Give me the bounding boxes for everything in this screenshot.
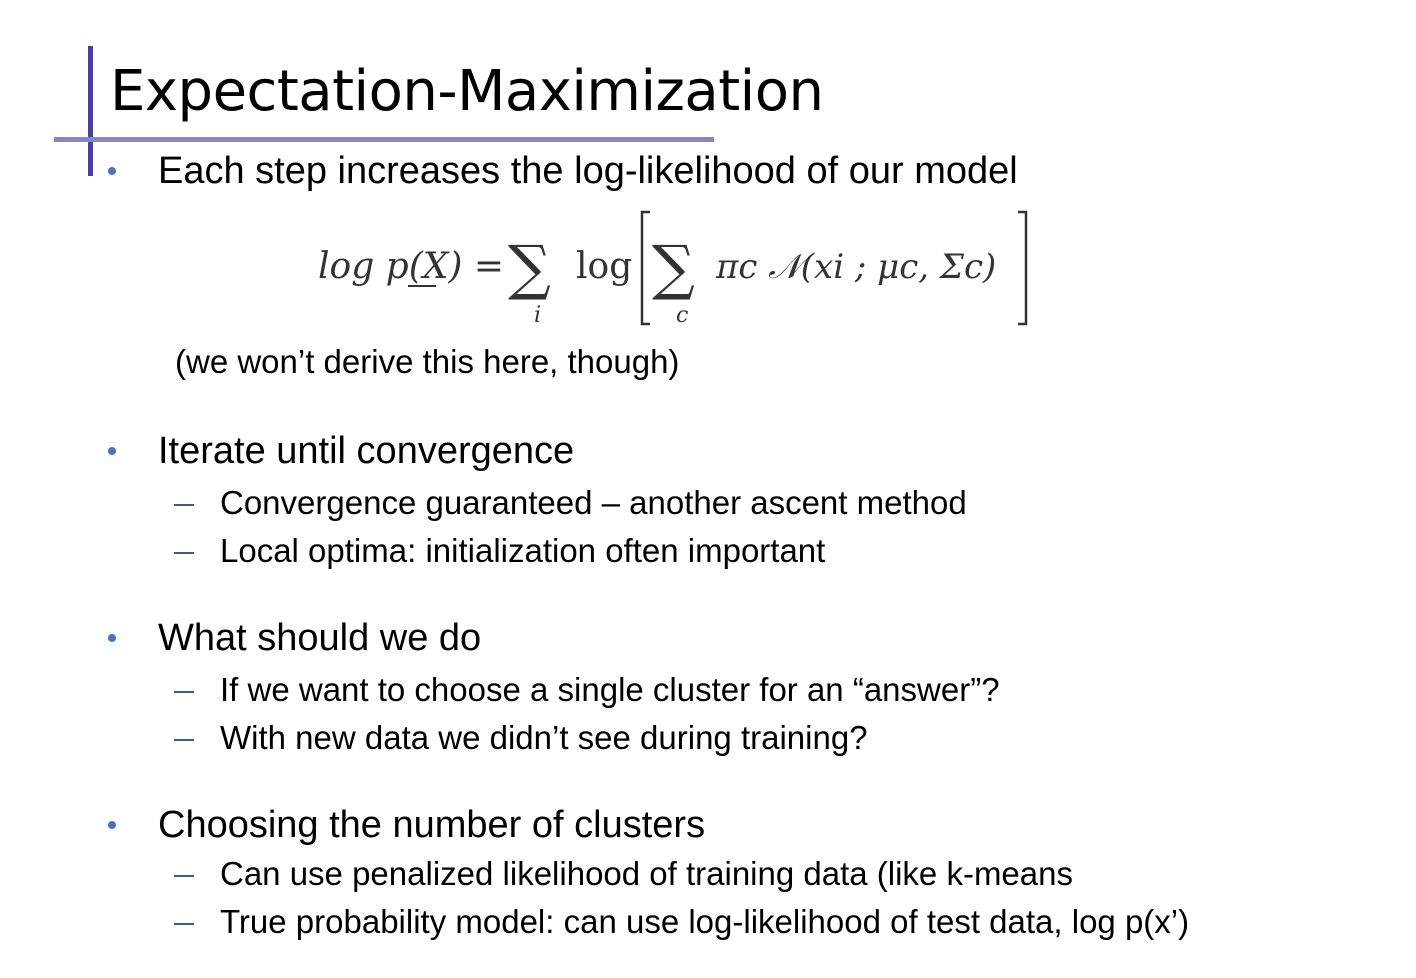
sub-bullet-dash	[174, 739, 194, 741]
bullet-dot	[108, 634, 116, 642]
slide-title: Expectation-Maximization	[110, 59, 824, 124]
equation-rhs: πc 𝒩(xi ; μc, Σc)	[715, 247, 996, 287]
equation-sum-outer: ∑	[508, 233, 551, 303]
right-bracket	[1018, 210, 1028, 326]
log-likelihood-equation: log p(X) = ∑ i log ∑ c πc 𝒩(xi ; μc, Σc)	[318, 210, 1028, 328]
equation-sum-inner: ∑	[652, 233, 695, 303]
sub-bullet-text: Convergence guaranteed – another ascent …	[220, 484, 967, 521]
equation-sum-outer-index: i	[534, 303, 541, 328]
left-bracket	[640, 210, 650, 326]
bullet-text: Iterate until convergence	[158, 430, 575, 472]
sub-bullet-dash	[174, 923, 194, 925]
title-accent-vertical-bar	[88, 46, 93, 176]
sub-bullet-dash	[174, 691, 194, 693]
sub-bullet-dash	[174, 504, 194, 506]
derivation-note: (we won’t derive this here, though)	[175, 343, 680, 380]
bullet-text: What should we do	[158, 617, 482, 659]
bullet-dot	[108, 447, 116, 455]
sub-bullet-text: True probability model: can use log-like…	[220, 903, 1190, 940]
equation-sum-inner-index: c	[676, 303, 688, 328]
sub-bullet-text: If we want to choose a single cluster fo…	[220, 671, 1000, 708]
equation-log-word: log	[576, 246, 632, 287]
bullet-text: Choosing the number of clusters	[158, 804, 706, 846]
bullet-dot	[108, 167, 116, 175]
sub-bullet-text: Can use penalized likelihood of training…	[220, 855, 1073, 892]
bullet-dot	[108, 821, 116, 829]
sub-bullet-text: With new data we didn’t see during train…	[220, 719, 868, 756]
equation-lhs: log p(X) =	[318, 246, 504, 287]
bullet-text: Each step increases the log-likelihood o…	[158, 150, 1018, 192]
sub-bullet-dash	[174, 875, 194, 877]
sub-bullet-dash	[174, 552, 194, 554]
sub-bullet-text: Local optima: initialization often impor…	[220, 532, 826, 569]
title-underline-bar	[54, 137, 714, 142]
